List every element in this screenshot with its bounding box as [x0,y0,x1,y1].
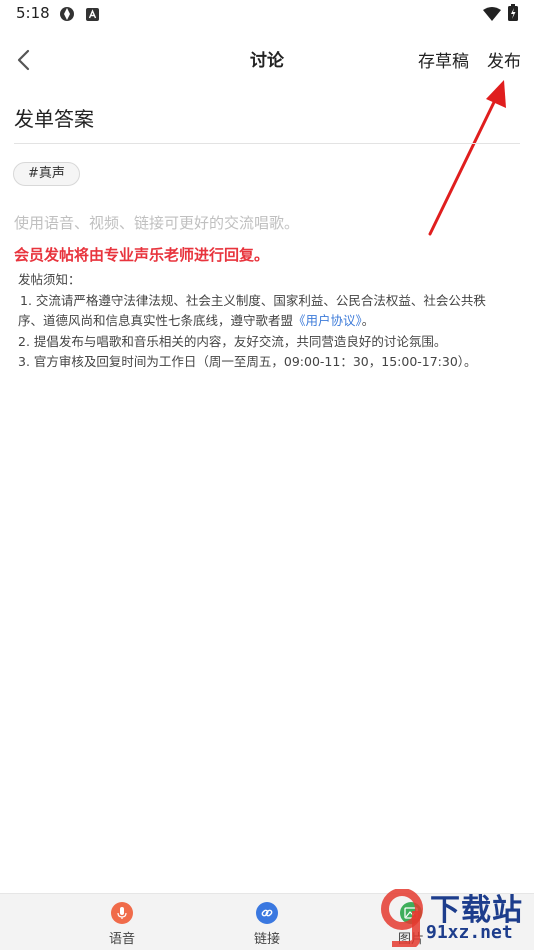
wifi-icon [483,6,501,25]
voice-label: 语音 [108,932,135,947]
post-title-input[interactable] [14,104,514,130]
post-body-input[interactable]: 使用语音、视频、链接可更好的交流唱歌。 [14,212,299,233]
link-icon [256,902,278,924]
rule-1-line-2: 序、道德风尚和信息真实性七条底线，遵守歌者盟《用户协议》。 [18,311,518,332]
app-notification-icon [59,6,75,26]
page: 5:18 讨论 存草稿 发布 #真声 使用语音、视频、链接可更好 [0,0,534,950]
link-button[interactable]: 链接 [237,902,297,947]
rule-1-end: 。 [361,313,375,328]
rules-heading: 发帖须知： [18,272,81,287]
watermark: 下载站 91xz.net [378,885,534,950]
watermark-logo-icon [381,889,423,947]
battery-icon [508,4,518,25]
topic-tag[interactable]: #真声 [13,162,80,186]
link-label: 链接 [253,932,280,947]
rule-1-text: 序、道德风尚和信息真实性七条底线，遵守歌者盟 [18,313,294,328]
title-divider [14,143,520,144]
text-notification-icon [86,6,99,25]
rule-2: 2. 提倡发布与唱歌和音乐相关的内容，友好交流，共同营造良好的讨论氛围。 [18,333,447,349]
status-bar: 5:18 [0,0,534,28]
voice-button[interactable]: 语音 [92,902,152,947]
rule-3: 3. 官方审核及回复时间为工作日（周一至周五，09:00-11：30，15:00… [18,354,477,369]
posting-rules: 发帖须知： 1. 交流请严格遵守法律法规、社会主义制度、国家利益、公民合法权益、… [18,270,518,373]
annotation-arrow-icon [428,80,506,236]
member-notice: 会员发帖将由专业声乐老师进行回复。 [14,246,270,264]
user-agreement-link[interactable]: 《用户协议》 [293,313,362,328]
microphone-icon [111,902,133,924]
publish-button[interactable]: 发布 [487,47,521,72]
watermark-url: 91xz.net [426,922,513,943]
save-draft-button[interactable]: 存草稿 [418,47,469,72]
rule-1-line-1: 1. 交流请严格遵守法律法规、社会主义制度、国家利益、公民合法权益、社会公共秩 [20,292,486,308]
status-time: 5:18 [16,4,50,22]
